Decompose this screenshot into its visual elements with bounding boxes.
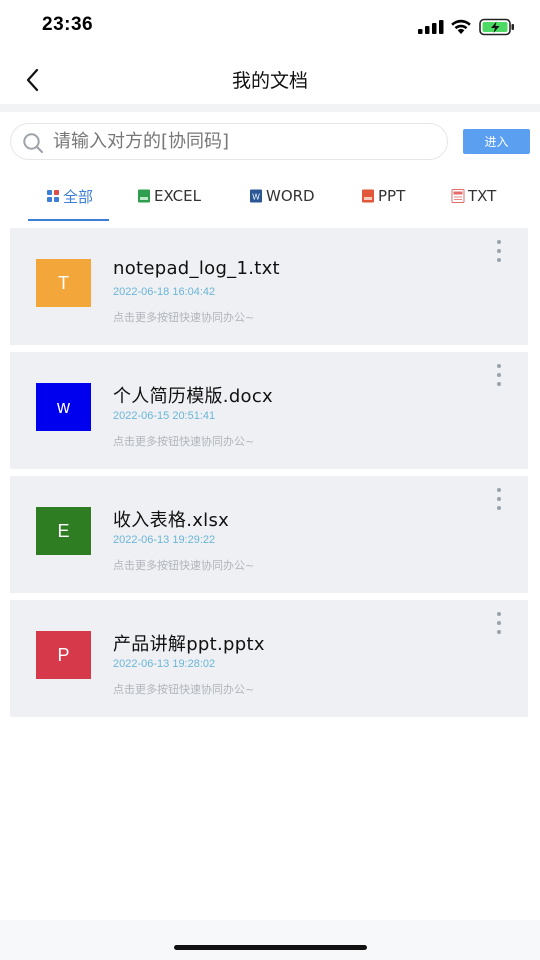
file-name: 收入表格.xlsx <box>113 510 230 531</box>
tab-all[interactable]: 全部 <box>46 184 93 208</box>
tab-label: 全部 <box>63 187 94 206</box>
more-options-button[interactable] <box>494 488 506 512</box>
tab-excel[interactable]: EXCEL <box>137 184 201 208</box>
file-type-badge: T <box>36 259 91 307</box>
cellular-signal-icon <box>418 20 444 34</box>
tab-label: PPT <box>378 187 406 205</box>
status-bar: 23:36 <box>0 0 540 56</box>
tab-label: WORD <box>266 187 315 205</box>
file-date: 2022-06-13 19:28:02 <box>113 658 216 670</box>
document-item[interactable]: E 收入表格.xlsx 2022-06-13 19:29:22 点击更多按钮快速… <box>10 476 528 593</box>
document-item[interactable]: w 个人简历模版.docx 2022-06-15 20:51:41 点击更多按钮… <box>10 352 528 469</box>
file-type-letter: E <box>57 520 70 541</box>
file-hint: 点击更多按钮快速协同办公~ <box>113 683 255 696</box>
search-box[interactable] <box>10 123 448 160</box>
file-hint: 点击更多按钮快速协同办公~ <box>113 311 255 324</box>
document-item[interactable]: P 产品讲解ppt.pptx 2022-06-13 19:28:02 点击更多按… <box>10 600 528 717</box>
more-options-button[interactable] <box>494 612 506 636</box>
tab-label: EXCEL <box>154 187 201 205</box>
page-title: 我的文档 <box>231 70 308 92</box>
document-item[interactable]: T notepad_log_1.txt 2022-06-18 16:04:42 … <box>10 228 528 345</box>
file-type-letter: w <box>57 396 70 417</box>
status-time: 23:36 <box>42 14 94 35</box>
tab-ppt[interactable]: PPT <box>361 184 405 208</box>
active-tab-indicator <box>28 219 109 221</box>
section-divider <box>0 104 540 112</box>
search-input[interactable] <box>53 124 443 159</box>
more-options-button[interactable] <box>494 240 506 264</box>
enter-button[interactable]: 进入 <box>463 129 530 154</box>
file-type-badge: w <box>36 383 91 431</box>
file-name: 个人简历模版.docx <box>113 386 274 407</box>
file-type-badge: P <box>36 631 91 679</box>
file-date: 2022-06-18 16:04:42 <box>113 286 216 298</box>
tab-label: TXT <box>468 187 497 205</box>
grid-icon <box>47 190 59 202</box>
file-type-letter: P <box>57 644 70 665</box>
wifi-icon <box>451 19 471 34</box>
more-options-button[interactable] <box>494 364 506 388</box>
file-type-badge: E <box>36 507 91 555</box>
file-name: 产品讲解ppt.pptx <box>113 634 265 655</box>
tab-txt[interactable]: TXT <box>451 184 496 208</box>
file-hint: 点击更多按钮快速协同办公~ <box>113 559 255 572</box>
file-type-tabs: 全部 EXCEL W WORD PPT TXT <box>0 172 540 222</box>
bottom-safe-area <box>0 920 540 960</box>
excel-file-icon <box>138 189 150 203</box>
file-date: 2022-06-13 19:29:22 <box>113 534 216 546</box>
file-type-letter: T <box>58 272 69 293</box>
home-indicator[interactable] <box>174 945 367 950</box>
file-hint: 点击更多按钮快速协同办公~ <box>113 435 255 448</box>
ppt-file-icon <box>362 189 374 203</box>
word-file-icon: W <box>250 189 262 203</box>
nav-bar: 我的文档 <box>0 56 540 104</box>
battery-charging-icon <box>479 18 514 36</box>
tab-word[interactable]: W WORD <box>249 184 315 208</box>
file-name: notepad_log_1.txt <box>113 258 280 279</box>
file-date: 2022-06-15 20:51:41 <box>113 410 216 422</box>
search-icon <box>23 133 44 154</box>
svg-text:W: W <box>252 193 260 202</box>
txt-file-icon <box>451 189 465 203</box>
